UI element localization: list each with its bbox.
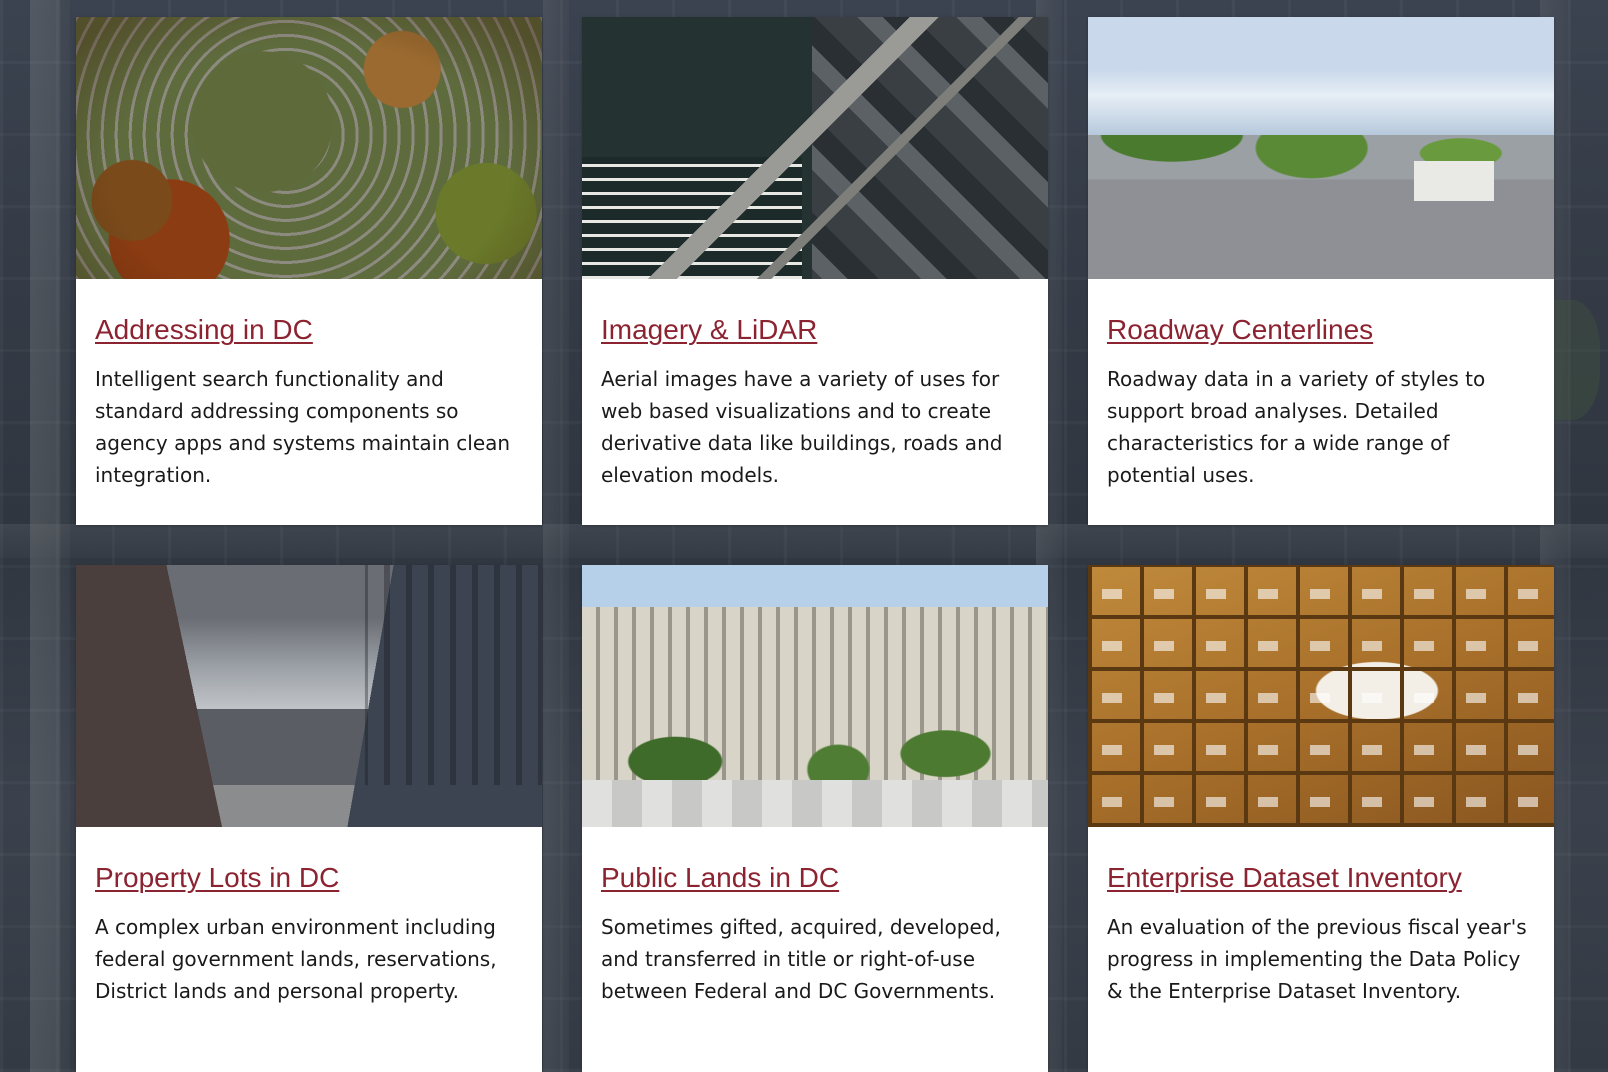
card-body: Public Lands in DC Sometimes gifted, acq… <box>582 827 1048 1007</box>
government-building-image <box>582 565 1048 827</box>
card-description: Intelligent search functionality and sta… <box>95 367 511 487</box>
card-public-lands: Public Lands in DC Sometimes gifted, acq… <box>582 565 1048 1072</box>
card-description: Aerial images have a variety of uses for… <box>601 367 1003 487</box>
card-title-link[interactable]: Addressing in DC <box>95 313 313 347</box>
card-description: An evaluation of the previous fiscal yea… <box>1107 915 1527 1003</box>
card-title-link[interactable]: Public Lands in DC <box>601 861 839 895</box>
card-enterprise-dataset-inventory: Enterprise Dataset Inventory An evaluati… <box>1088 565 1554 1072</box>
card-body: Roadway Centerlines Roadway data in a va… <box>1088 279 1554 491</box>
card-description: A complex urban environment including fe… <box>95 915 497 1003</box>
card-body: Imagery & LiDAR Aerial images have a var… <box>582 279 1048 491</box>
card-body: Addressing in DC Intelligent search func… <box>76 279 542 491</box>
dataset-card-grid: Addressing in DC Intelligent search func… <box>76 17 1556 1072</box>
street-intersection-image <box>1088 17 1554 279</box>
card-catalog-image <box>1088 565 1554 827</box>
aerial-city-image <box>582 17 1048 279</box>
card-description: Sometimes gifted, acquired, developed, a… <box>601 915 1001 1003</box>
card-description: Roadway data in a variety of styles to s… <box>1107 367 1486 487</box>
card-body: Enterprise Dataset Inventory An evaluati… <box>1088 827 1554 1007</box>
card-roadway-centerlines: Roadway Centerlines Roadway data in a va… <box>1088 17 1554 525</box>
card-addressing: Addressing in DC Intelligent search func… <box>76 17 542 525</box>
card-body: Property Lots in DC A complex urban envi… <box>76 827 542 1007</box>
card-property-lots: Property Lots in DC A complex urban envi… <box>76 565 542 1072</box>
card-title-link[interactable]: Enterprise Dataset Inventory <box>1107 861 1462 895</box>
card-title-link[interactable]: Property Lots in DC <box>95 861 339 895</box>
card-title-link[interactable]: Roadway Centerlines <box>1107 313 1373 347</box>
card-title-link[interactable]: Imagery & LiDAR <box>601 313 817 347</box>
aerial-suburb-image <box>76 17 542 279</box>
card-imagery-lidar: Imagery & LiDAR Aerial images have a var… <box>582 17 1048 525</box>
urban-buildings-image <box>76 565 542 827</box>
